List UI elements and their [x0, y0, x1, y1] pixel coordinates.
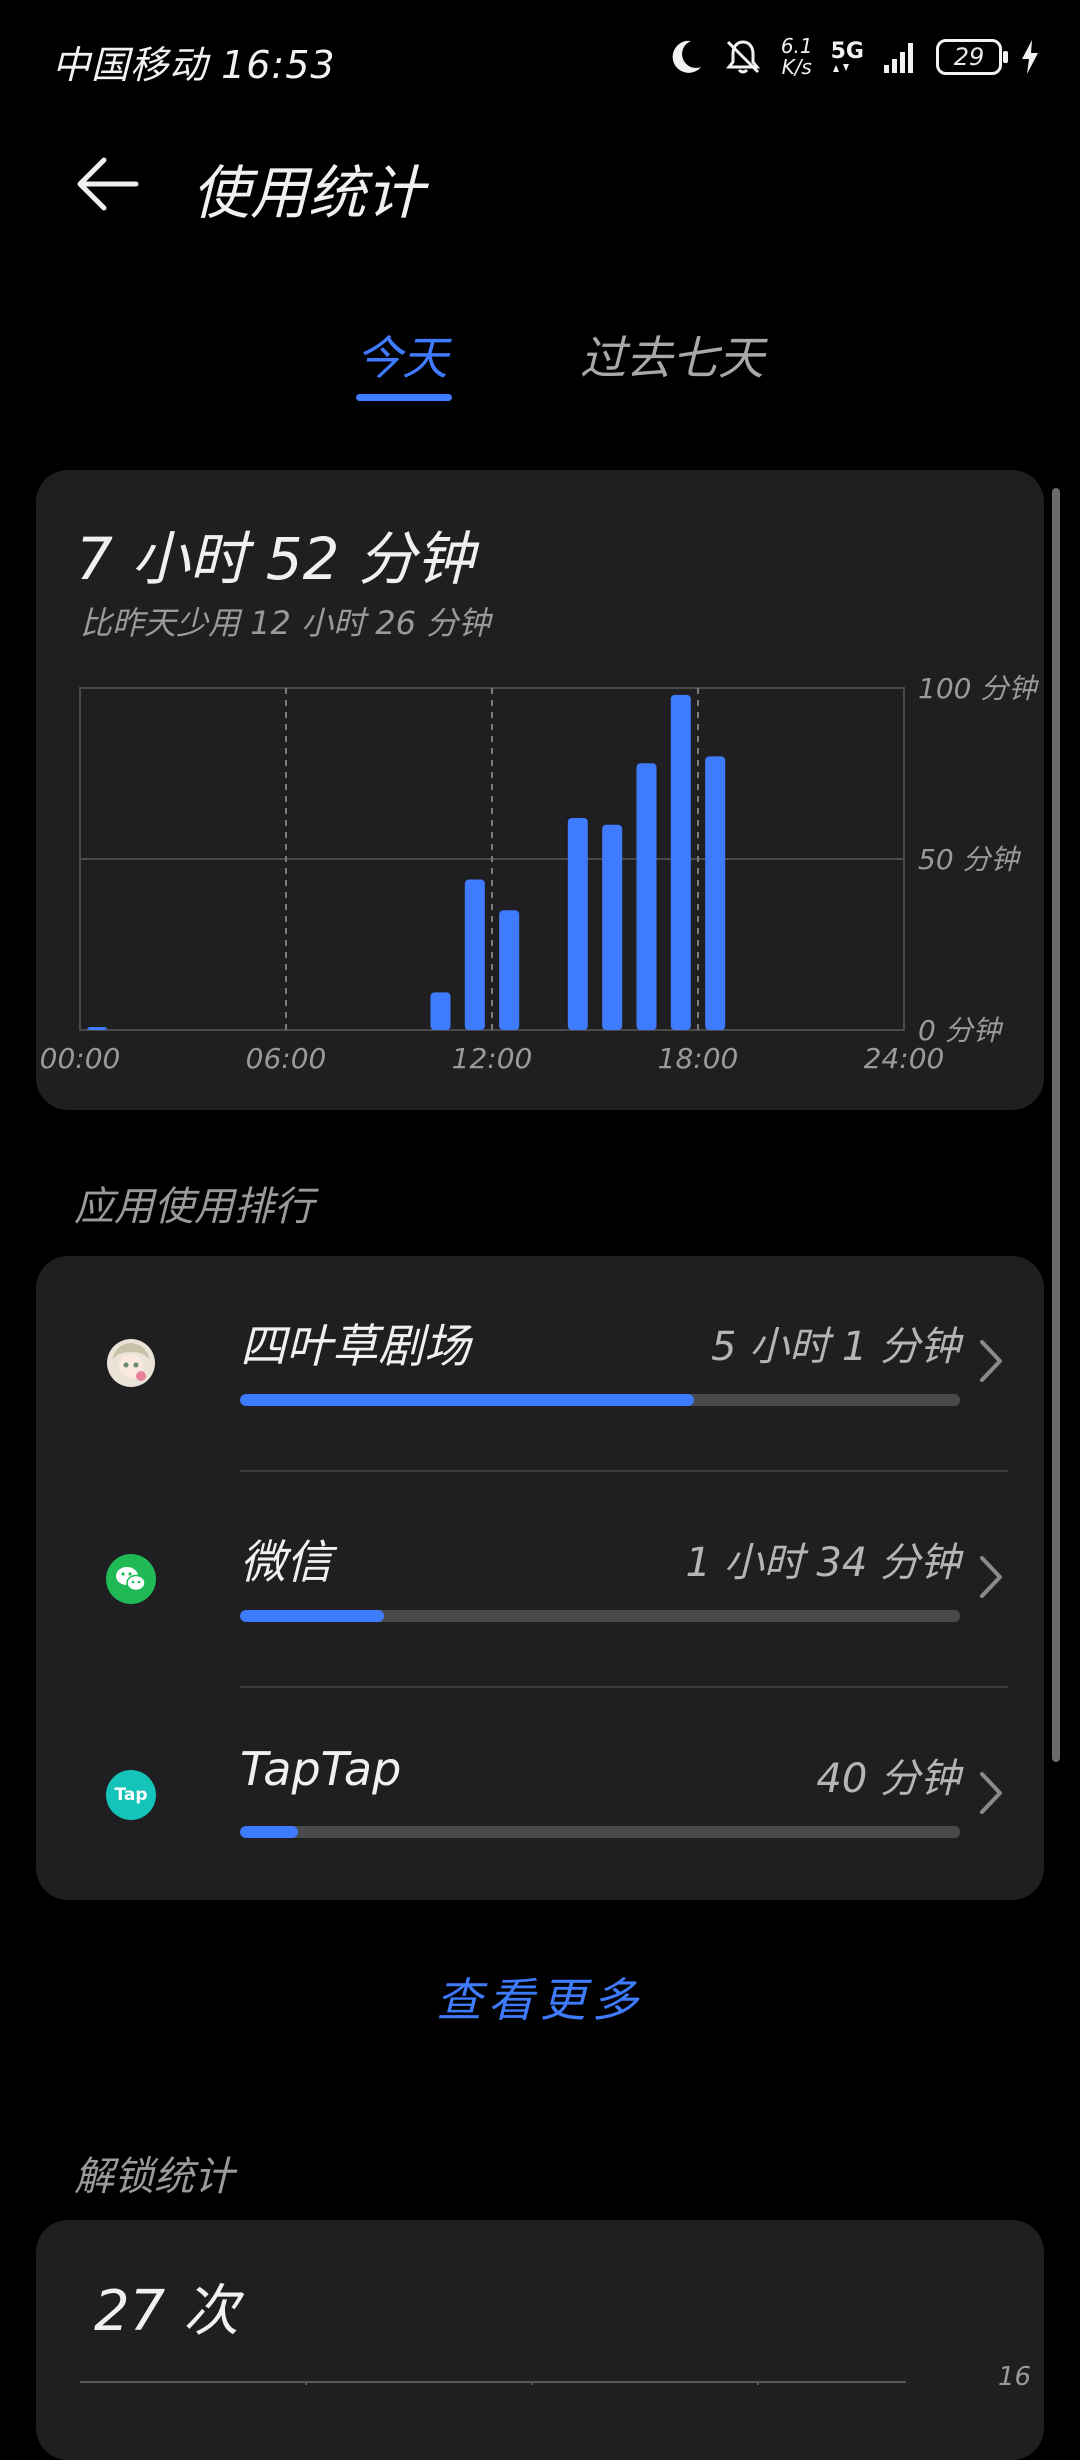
- usage-bar: [240, 1610, 960, 1622]
- wechat-icon: [106, 1554, 156, 1604]
- chart-bar: [87, 1027, 108, 1030]
- chevron-right-icon: [980, 1772, 1002, 1814]
- chart-bar: [499, 910, 520, 1030]
- usage-bar: [240, 1826, 960, 1838]
- anime-avatar-icon: [106, 1338, 156, 1388]
- app-row-clover-theater[interactable]: 四叶草剧场 5 小时 1 分钟: [36, 1258, 1044, 1472]
- unlock-heading: 解锁统计: [74, 2154, 234, 2200]
- hourly-usage-chart: 00:00 06:00 12:00 18:00 24:000 分钟50 分钟100 分钟: [40, 672, 1040, 1075]
- chart-bar: [464, 879, 485, 1030]
- app-usage-time: 5 小时 1 分钟: [710, 1324, 960, 1370]
- chart-bar: [670, 694, 691, 1030]
- app-name: 微信: [240, 1535, 332, 1589]
- chart-bar: [567, 817, 588, 1030]
- chevron-right-icon: [980, 1556, 1002, 1598]
- chevron-right-icon: [980, 1340, 1002, 1382]
- unlock-chart-gridlines: [80, 2381, 906, 2388]
- app-row-wechat[interactable]: 微信 1 小时 34 分钟: [36, 1474, 1044, 1688]
- view-more-link[interactable]: 查看更多: [0, 1964, 1080, 2030]
- taptap-icon-text: Tap: [114, 1785, 148, 1805]
- chart-bar: [602, 824, 623, 1030]
- x-tick-label: 06:00: [246, 1042, 327, 1075]
- usage-bar-fill: [240, 1610, 384, 1622]
- x-tick-label: 00:00: [40, 1042, 121, 1075]
- taptap-icon: Tap: [106, 1770, 156, 1820]
- row-divider: [240, 1470, 1008, 1472]
- y-tick-label: 0 分钟: [918, 1014, 1004, 1047]
- app-name: 四叶草剧场: [240, 1319, 470, 1373]
- unlock-count: 27 次: [94, 2279, 240, 2344]
- usage-bar: [240, 1394, 960, 1406]
- chart-bar: [636, 763, 657, 1030]
- app-name: TapTap: [240, 1742, 402, 1796]
- usage-bar-fill: [240, 1394, 694, 1406]
- scrollbar[interactable]: [1052, 488, 1060, 1762]
- chart-bar: [705, 756, 726, 1030]
- chart-bar: [430, 992, 451, 1030]
- app-usage-time: 40 分钟: [816, 1756, 960, 1802]
- app-row-taptap[interactable]: Tap TapTap 40 分钟: [36, 1690, 1044, 1904]
- x-tick-label: 12:00: [452, 1042, 533, 1075]
- x-tick-label: 18:00: [658, 1042, 739, 1075]
- y-tick-label: 100 分钟: [918, 672, 1039, 705]
- usage-bar-fill: [240, 1826, 298, 1838]
- y-tick-label: 50 分钟: [918, 843, 1022, 876]
- ranking-heading: 应用使用排行: [74, 1184, 314, 1230]
- row-divider: [240, 1686, 1008, 1688]
- app-usage-time: 1 小时 34 分钟: [685, 1540, 961, 1586]
